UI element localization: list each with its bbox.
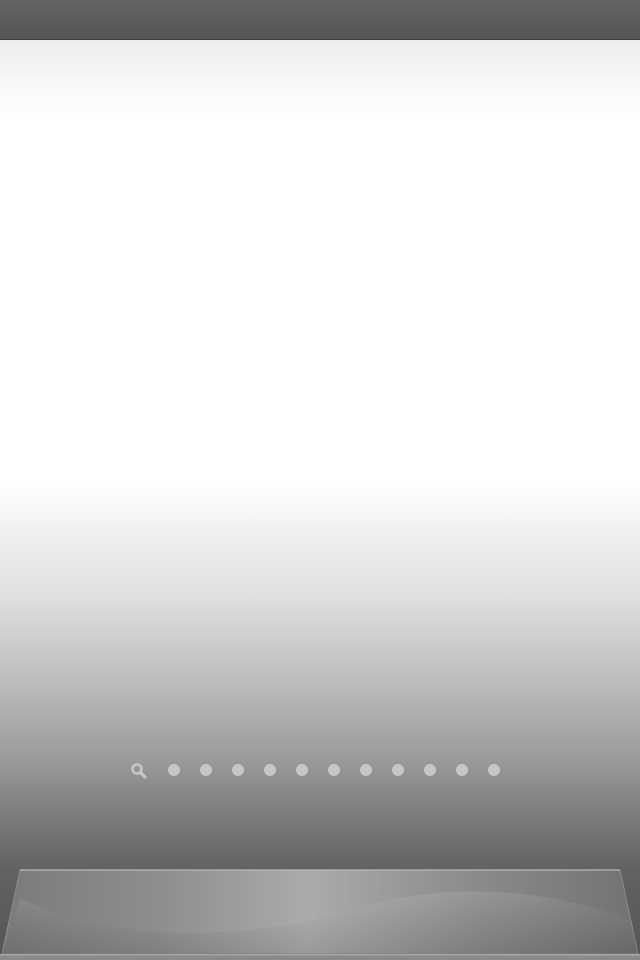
page-dot[interactable]	[488, 764, 500, 776]
page-dot[interactable]	[168, 764, 180, 776]
page-dot[interactable]	[360, 764, 372, 776]
page-dot[interactable]	[296, 764, 308, 776]
page-dot[interactable]	[232, 764, 244, 776]
status-bar	[0, 0, 640, 40]
page-dot[interactable]	[424, 764, 436, 776]
page-dot[interactable]	[200, 764, 212, 776]
page-dot[interactable]	[328, 764, 340, 776]
home-screen	[0, 0, 640, 960]
page-dot[interactable]	[392, 764, 404, 776]
page-indicator[interactable]	[0, 760, 640, 780]
page-dot[interactable]	[264, 764, 276, 776]
dock	[0, 868, 640, 960]
search-icon[interactable]	[130, 762, 148, 780]
page-dot[interactable]	[456, 764, 468, 776]
